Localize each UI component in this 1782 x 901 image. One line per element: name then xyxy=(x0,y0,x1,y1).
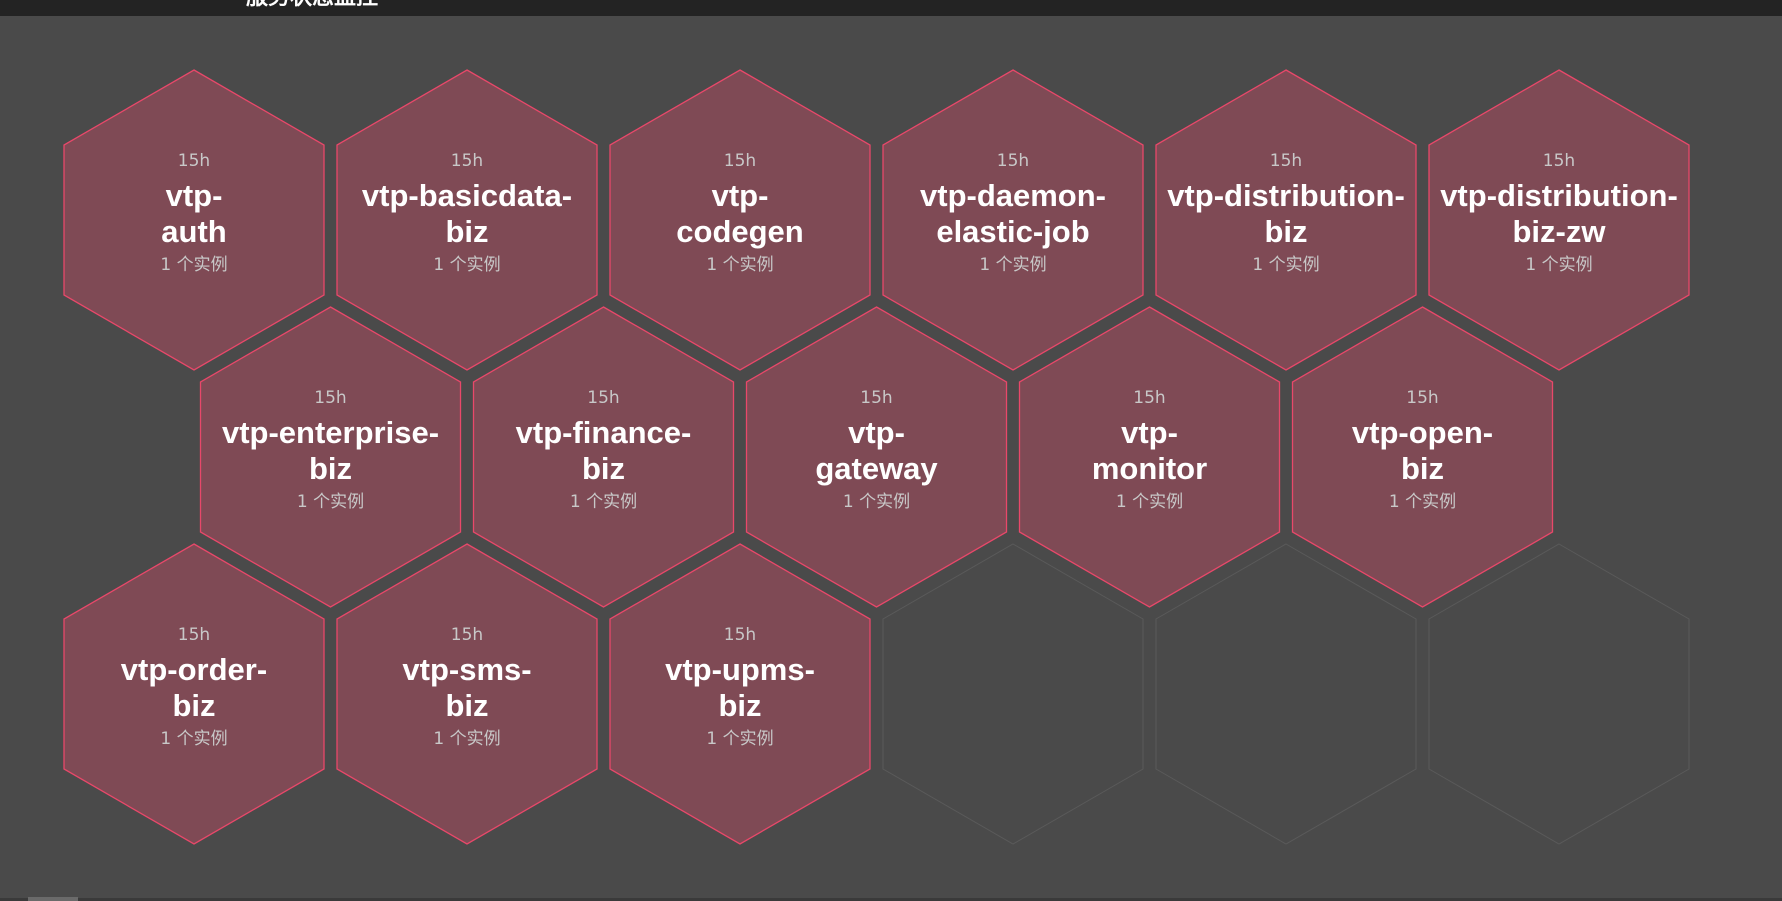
service-name-line: vtp- xyxy=(1121,415,1178,450)
service-hex[interactable]: 15h vtp-monitor 1 个实例 xyxy=(1018,306,1281,608)
service-name-line: vtp-basicdata- xyxy=(362,178,572,213)
service-hex-map: 15h vtp-auth 1 个实例 15h vtp-basicdata-biz 1 个实… xyxy=(63,69,1690,845)
empty-hex-slot xyxy=(882,543,1144,845)
service-uptime-label: 15h xyxy=(1270,151,1302,171)
service-uptime-label: 15h xyxy=(860,388,892,408)
service-hex[interactable]: 15h vtp-distribution-biz-zw 1 个实例 xyxy=(1428,69,1690,371)
service-instance-count: 1 个实例 xyxy=(1116,492,1183,512)
service-name-line: codegen xyxy=(676,214,803,249)
service-name-line: vtp-distribution- xyxy=(1440,178,1678,213)
service-name-line: vtp-finance- xyxy=(516,415,692,450)
service-uptime-label: 15h xyxy=(724,151,756,171)
service-hex[interactable]: 15h vtp-daemon-elastic-job 1 个实例 xyxy=(882,69,1144,371)
service-instance-count: 1 个实例 xyxy=(706,729,773,749)
service-hex[interactable]: 15h vtp-distribution-biz 1 个实例 xyxy=(1155,69,1417,371)
service-name-line: vtp-open- xyxy=(1352,415,1493,450)
service-hex[interactable]: 15h vtp-auth 1 个实例 xyxy=(63,69,325,371)
service-hex[interactable]: 15h vtp-codegen 1 个实例 xyxy=(609,69,871,371)
service-hex[interactable]: 15h vtp-open-biz 1 个实例 xyxy=(1291,306,1554,608)
service-name-line: biz xyxy=(309,451,352,486)
service-uptime-label: 15h xyxy=(314,388,346,408)
service-instance-count: 1 个实例 xyxy=(433,729,500,749)
service-uptime-label: 15h xyxy=(997,151,1029,171)
service-instance-count: 1 个实例 xyxy=(843,492,910,512)
bottom-scroll-tab[interactable] xyxy=(28,897,78,901)
service-hex[interactable]: 15h vtp-sms-biz 1 个实例 xyxy=(336,543,598,845)
service-uptime-label: 15h xyxy=(724,625,756,645)
service-name-line: biz xyxy=(1401,451,1444,486)
service-name-line: vtp-order- xyxy=(121,652,267,687)
empty-hex-slot xyxy=(1428,543,1690,845)
service-uptime-label: 15h xyxy=(451,151,483,171)
service-name-line: vtp-daemon- xyxy=(920,178,1106,213)
service-uptime-label: 15h xyxy=(178,151,210,171)
service-instance-count: 1 个实例 xyxy=(1525,255,1592,275)
service-name-line: vtp-upms- xyxy=(665,652,815,687)
empty-hex-shape xyxy=(1428,543,1690,845)
service-hex[interactable]: 15h vtp-gateway 1 个实例 xyxy=(745,306,1008,608)
service-name-line: monitor xyxy=(1092,451,1207,486)
service-name-line: biz xyxy=(445,214,488,249)
service-hex[interactable]: 15h vtp-upms-biz 1 个实例 xyxy=(609,543,871,845)
service-name-line: vtp-sms- xyxy=(402,652,531,687)
service-name-line: vtp-enterprise- xyxy=(222,415,439,450)
service-hex[interactable]: 15h vtp-order-biz 1 个实例 xyxy=(63,543,325,845)
service-hex[interactable]: 15h vtp-finance-biz 1 个实例 xyxy=(472,306,735,608)
service-hex[interactable]: 15h vtp-enterprise-biz 1 个实例 xyxy=(199,306,462,608)
service-uptime-label: 15h xyxy=(1543,151,1575,171)
service-name-line: biz xyxy=(582,451,625,486)
service-name-line: biz xyxy=(718,688,761,723)
service-uptime-label: 15h xyxy=(451,625,483,645)
service-instance-count: 1 个实例 xyxy=(433,255,500,275)
service-uptime-label: 15h xyxy=(1133,388,1165,408)
empty-hex-shape xyxy=(882,543,1144,845)
service-instance-count: 1 个实例 xyxy=(160,255,227,275)
service-instance-count: 1 个实例 xyxy=(979,255,1046,275)
service-name-line: vtp- xyxy=(848,415,905,450)
service-uptime-label: 15h xyxy=(1406,388,1438,408)
service-instance-count: 1 个实例 xyxy=(1252,255,1319,275)
service-name-line: vtp- xyxy=(712,178,769,213)
service-uptime-label: 15h xyxy=(178,625,210,645)
service-uptime-label: 15h xyxy=(587,388,619,408)
service-name-line: vtp-distribution- xyxy=(1167,178,1405,213)
service-name-line: biz-zw xyxy=(1513,214,1607,249)
service-instance-count: 1 个实例 xyxy=(160,729,227,749)
service-name-line: vtp- xyxy=(166,178,223,213)
empty-hex-shape xyxy=(1155,543,1417,845)
service-instance-count: 1 个实例 xyxy=(297,492,364,512)
service-name-line: biz xyxy=(1264,214,1307,249)
empty-hex-slot xyxy=(1155,543,1417,845)
service-name-line: biz xyxy=(172,688,215,723)
service-hex[interactable]: 15h vtp-basicdata-biz 1 个实例 xyxy=(336,69,598,371)
service-instance-count: 1 个实例 xyxy=(706,255,773,275)
service-instance-count: 1 个实例 xyxy=(570,492,637,512)
service-name-line: biz xyxy=(445,688,488,723)
service-name-line: auth xyxy=(161,214,226,249)
service-name-line: elastic-job xyxy=(936,214,1089,249)
service-instance-count: 1 个实例 xyxy=(1389,492,1456,512)
service-name-line: gateway xyxy=(815,451,938,486)
